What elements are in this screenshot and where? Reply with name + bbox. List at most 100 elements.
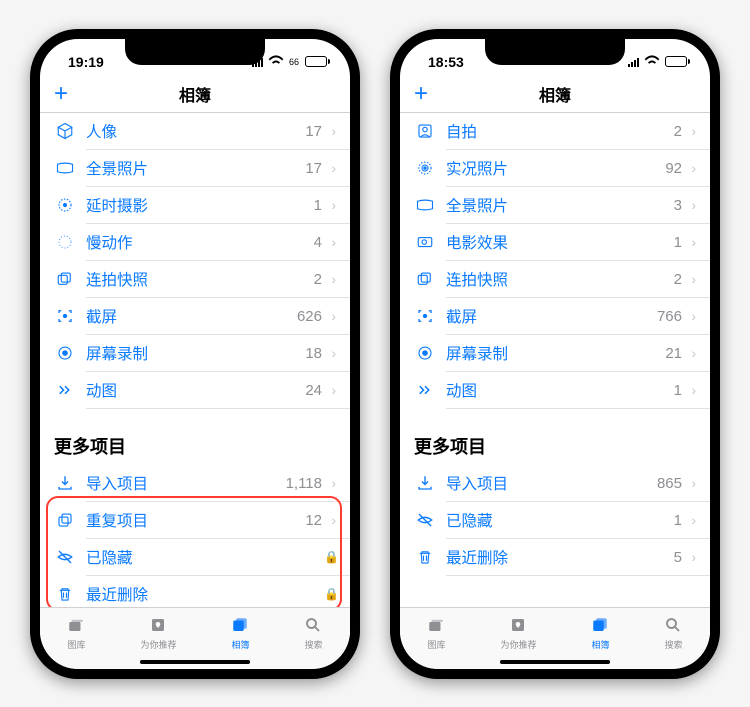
list-item[interactable]: 截屏766›: [400, 298, 710, 335]
list-item[interactable]: 连拍快照2›: [40, 261, 350, 298]
list-item-count: 1,118: [286, 475, 322, 492]
nav-title: 相簿: [179, 82, 211, 106]
list-item[interactable]: 延时摄影1›: [40, 187, 350, 224]
foryou-icon: [509, 614, 527, 636]
selfie-icon: [414, 122, 436, 140]
tab-label: 为你推荐: [500, 638, 536, 651]
tab-label: 图库: [427, 638, 445, 651]
list-item-label: 屏幕录制: [446, 342, 665, 364]
content-list[interactable]: 自拍2›实况照片92›全景照片3›电影效果1›连拍快照2›截屏766›屏幕录制2…: [400, 113, 710, 607]
list-item-count: 24: [305, 382, 322, 399]
status-time: 18:53: [428, 54, 464, 70]
list-item[interactable]: 慢动作4›: [40, 224, 350, 261]
chevron-right-icon: ›: [684, 234, 696, 250]
list-item-label: 连拍快照: [86, 268, 314, 290]
signal-icon: [628, 57, 639, 67]
list-item[interactable]: 动图24›: [40, 372, 350, 409]
chevron-right-icon: ›: [324, 271, 336, 287]
list-item[interactable]: 屏幕录制18›: [40, 335, 350, 372]
battery-icon: [665, 56, 690, 67]
list-item-label: 慢动作: [86, 231, 314, 253]
chevron-right-icon: ›: [684, 160, 696, 176]
trash-icon: [54, 585, 76, 603]
slomo-icon: [54, 233, 76, 251]
list-item[interactable]: 已隐藏🔒: [40, 539, 350, 576]
list-item-label: 导入项目: [446, 472, 657, 494]
list-item[interactable]: 导入项目865›: [400, 465, 710, 502]
battery-level: 66: [289, 57, 299, 67]
status-icons: 66: [252, 53, 330, 71]
trash-icon: [414, 548, 436, 566]
list-item[interactable]: 动图1›: [400, 372, 710, 409]
section-header: 更多项目: [40, 433, 350, 465]
hidden-icon: [54, 548, 76, 566]
list-item-label: 已隐藏: [86, 546, 322, 568]
list-item[interactable]: 全景照片17›: [40, 150, 350, 187]
wifi-icon: [643, 53, 661, 71]
chevron-right-icon: ›: [684, 197, 696, 213]
list-item[interactable]: 已隐藏1›: [400, 502, 710, 539]
list-item[interactable]: 最近删除5›: [400, 539, 710, 576]
add-button[interactable]: +: [54, 82, 68, 106]
list-item-count: 2: [674, 123, 682, 140]
chevron-right-icon: ›: [324, 382, 336, 398]
list-item[interactable]: 导入项目1,118›: [40, 465, 350, 502]
tab-search[interactable]: 搜索: [304, 614, 322, 651]
list-item[interactable]: 实况照片92›: [400, 150, 710, 187]
list-item-count: 1: [674, 512, 682, 529]
nav-bar: +相簿: [400, 77, 710, 113]
chevron-right-icon: ›: [324, 123, 336, 139]
list-item[interactable]: 重复项目12›: [40, 502, 350, 539]
search-icon: [304, 614, 322, 636]
list-item[interactable]: 截屏626›: [40, 298, 350, 335]
tab-albums[interactable]: 相簿: [231, 614, 249, 651]
chevron-right-icon: ›: [684, 308, 696, 324]
list-item[interactable]: 电影效果1›: [400, 224, 710, 261]
wifi-icon: [267, 53, 285, 71]
list-item[interactable]: 连拍快照2›: [400, 261, 710, 298]
tab-foryou[interactable]: 为你推荐: [500, 614, 536, 651]
tab-label: 相簿: [231, 638, 249, 651]
home-indicator: [500, 660, 610, 664]
cube-icon: [54, 122, 76, 140]
list-item[interactable]: 最近删除🔒: [40, 576, 350, 607]
tab-foryou[interactable]: 为你推荐: [140, 614, 176, 651]
record-icon: [54, 344, 76, 362]
record-icon: [414, 344, 436, 362]
list-item[interactable]: 人像17›: [40, 113, 350, 150]
library-icon: [67, 614, 85, 636]
content-list[interactable]: 人像17›全景照片17›延时摄影1›慢动作4›连拍快照2›截屏626›屏幕录制1…: [40, 113, 350, 607]
lock-icon: 🔒: [324, 550, 336, 564]
tab-library[interactable]: 图库: [67, 614, 85, 651]
list-item-count: 1: [674, 382, 682, 399]
timelapse-icon: [54, 196, 76, 214]
chevron-right-icon: ›: [684, 549, 696, 565]
list-item-count: 2: [314, 271, 322, 288]
import-icon: [414, 474, 436, 492]
chevron-right-icon: ›: [324, 160, 336, 176]
burst-icon: [54, 270, 76, 288]
tab-label: 相簿: [591, 638, 609, 651]
list-item[interactable]: 全景照片3›: [400, 187, 710, 224]
tab-label: 图库: [67, 638, 85, 651]
list-item[interactable]: 屏幕录制21›: [400, 335, 710, 372]
tab-library[interactable]: 图库: [427, 614, 445, 651]
tab-search[interactable]: 搜索: [664, 614, 682, 651]
tab-albums[interactable]: 相簿: [591, 614, 609, 651]
list-item-label: 实况照片: [446, 157, 665, 179]
list-item-label: 屏幕录制: [86, 342, 305, 364]
list-item-count: 21: [665, 345, 682, 362]
cinematic-icon: [414, 233, 436, 251]
list-item[interactable]: 自拍2›: [400, 113, 710, 150]
add-button[interactable]: +: [414, 82, 428, 106]
status-icons: [628, 53, 690, 71]
list-item-label: 重复项目: [86, 509, 305, 531]
chevron-right-icon: ›: [684, 382, 696, 398]
list-item-label: 截屏: [86, 305, 297, 327]
tab-label: 搜索: [304, 638, 322, 651]
list-item-count: 865: [657, 475, 682, 492]
chevron-right-icon: ›: [324, 512, 336, 528]
gif-icon: [54, 381, 76, 399]
list-item-label: 自拍: [446, 120, 674, 142]
import-icon: [54, 474, 76, 492]
